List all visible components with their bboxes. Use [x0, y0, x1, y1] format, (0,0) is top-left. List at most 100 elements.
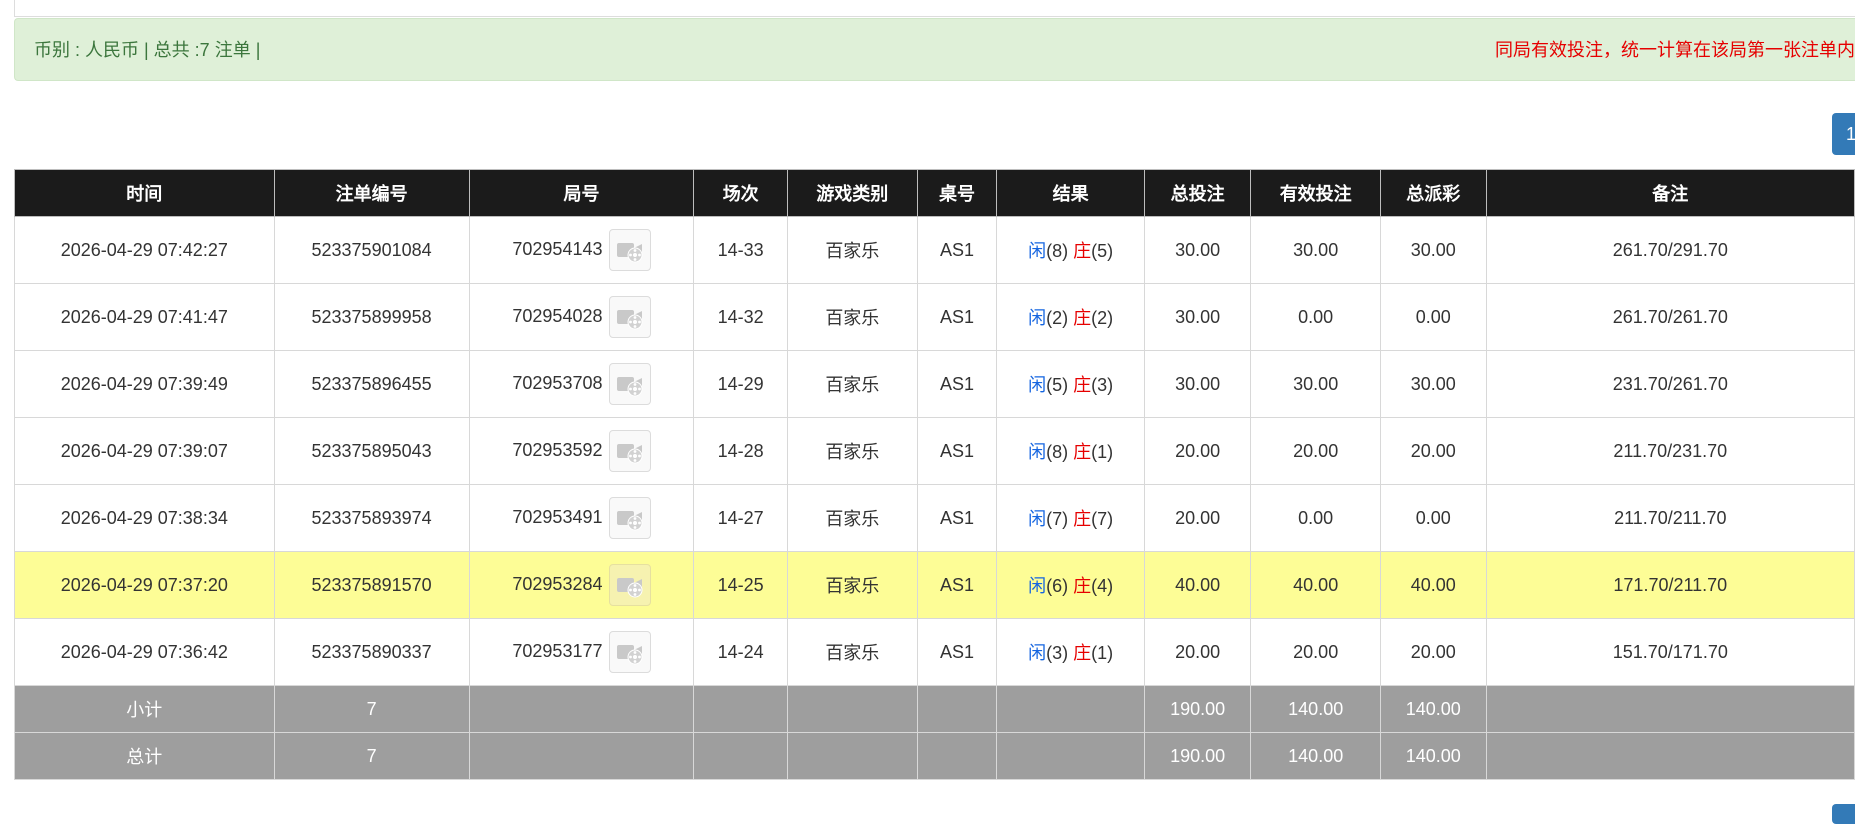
cell-game-type: 百家乐 — [787, 618, 918, 686]
cell-payout: 20.00 — [1379, 417, 1487, 485]
cell-shoe: 14-27 — [693, 484, 789, 552]
banker-score: (3) — [1091, 375, 1114, 395]
cell-game-type: 百家乐 — [787, 350, 918, 418]
total-total-bet: 190.00 — [1143, 732, 1252, 780]
cell-game-type: 百家乐 — [787, 551, 918, 619]
cell-remark: 211.70/211.70 — [1485, 484, 1855, 552]
video-replay-icon[interactable] — [608, 296, 651, 338]
player-score: (8) — [1046, 442, 1069, 462]
cell-game-type: 百家乐 — [787, 283, 918, 351]
video-replay-icon[interactable] — [608, 497, 651, 539]
cell-valid-bet: 30.00 — [1250, 350, 1381, 418]
banker-label: 庄 — [1073, 308, 1092, 328]
cell-game-type: 百家乐 — [787, 484, 918, 552]
banker-score: (5) — [1091, 241, 1114, 261]
player-score: (7) — [1046, 509, 1069, 529]
cell-payout: 30.00 — [1379, 216, 1487, 284]
cell-shoe: 14-24 — [693, 618, 789, 686]
subtotal-label: 小计 — [14, 685, 275, 733]
total-count: 7 — [273, 732, 470, 780]
bet-records-table: 时间 注单编号 局号 场次 游戏类别 桌号 结果 总投注 有效投注 总派彩 备注… — [14, 169, 1855, 780]
round-id-text: 702953491 — [512, 506, 603, 527]
cell-bet-id: 523375901084 — [273, 216, 470, 284]
col-header-payout: 总派彩 — [1379, 169, 1487, 217]
subtotal-empty — [996, 685, 1145, 733]
player-score: (5) — [1046, 375, 1069, 395]
banker-label: 庄 — [1073, 375, 1092, 395]
cell-valid-bet: 40.00 — [1250, 551, 1381, 619]
player-label: 闲 — [1028, 643, 1047, 663]
subtotal-empty — [468, 685, 695, 733]
col-header-valid-bet: 有效投注 — [1250, 169, 1381, 217]
cell-valid-bet: 0.00 — [1250, 283, 1381, 351]
cell-bet-id: 523375891570 — [273, 551, 470, 619]
cell-total-bet: 30.00 — [1143, 350, 1252, 418]
video-replay-icon[interactable] — [608, 229, 651, 271]
cell-round-id: 702953491 — [468, 484, 695, 552]
col-header-time: 时间 — [14, 169, 275, 217]
cell-game-type: 百家乐 — [787, 216, 918, 284]
cell-result: 闲(5) 庄(3) — [996, 350, 1145, 418]
round-id-text: 702953708 — [512, 372, 603, 393]
round-id-text: 702953592 — [512, 439, 603, 460]
subtotal-count: 7 — [273, 685, 470, 733]
total-empty — [787, 732, 918, 780]
total-empty — [1485, 732, 1855, 780]
cell-time: 2026-04-29 07:36:42 — [14, 618, 275, 686]
summary-bar: 币别 : 人民币 | 总共 :7 注单 | 同局有效投注，统一计算在该局第一张注… — [14, 18, 1855, 81]
bottom-pagination-button[interactable] — [1832, 804, 1855, 824]
total-empty — [916, 732, 998, 780]
table-row: 2026-04-29 07:39:49 523375896455 702953708… — [14, 350, 1855, 418]
subtotal-row: 小计 7 190.00 140.00 140.00 — [14, 685, 1855, 733]
player-label: 闲 — [1028, 241, 1047, 261]
cell-remark: 171.70/211.70 — [1485, 551, 1855, 619]
cell-valid-bet: 20.00 — [1250, 417, 1381, 485]
video-replay-icon[interactable] — [608, 631, 651, 673]
cell-result: 闲(8) 庄(1) — [996, 417, 1145, 485]
round-id-text: 702953284 — [512, 573, 603, 594]
video-replay-icon[interactable] — [608, 564, 651, 606]
notice-text: 同局有效投注，统一计算在该局第一张注单内 — [1495, 40, 1855, 60]
cell-payout: 20.00 — [1379, 618, 1487, 686]
cell-table: AS1 — [916, 283, 998, 351]
cell-shoe: 14-25 — [693, 551, 789, 619]
total-row: 总计 7 190.00 140.00 140.00 — [14, 732, 1855, 780]
player-label: 闲 — [1028, 576, 1047, 596]
cell-remark: 231.70/261.70 — [1485, 350, 1855, 418]
subtotal-total-bet: 190.00 — [1143, 685, 1252, 733]
cell-valid-bet: 30.00 — [1250, 216, 1381, 284]
total-empty — [996, 732, 1145, 780]
cell-time: 2026-04-29 07:39:07 — [14, 417, 275, 485]
cell-payout: 0.00 — [1379, 484, 1487, 552]
col-header-round-id: 局号 — [468, 169, 695, 217]
cell-payout: 30.00 — [1379, 350, 1487, 418]
video-replay-icon[interactable] — [608, 363, 651, 405]
table-row: 2026-04-29 07:39:07 523375895043 702953592… — [14, 417, 1855, 485]
cell-game-type: 百家乐 — [787, 417, 918, 485]
cell-result: 闲(8) 庄(5) — [996, 216, 1145, 284]
cell-result: 闲(2) 庄(2) — [996, 283, 1145, 351]
subtotal-empty — [787, 685, 918, 733]
pagination-page-button[interactable]: 1 — [1832, 113, 1855, 155]
player-score: (8) — [1046, 241, 1069, 261]
cell-table: AS1 — [916, 618, 998, 686]
cell-bet-id: 523375896455 — [273, 350, 470, 418]
cell-round-id: 702953592 — [468, 417, 695, 485]
cell-table: AS1 — [916, 417, 998, 485]
col-header-bet-id: 注单编号 — [273, 169, 470, 217]
cell-bet-id: 523375890337 — [273, 618, 470, 686]
video-replay-icon[interactable] — [608, 430, 651, 472]
col-header-remark: 备注 — [1485, 169, 1855, 217]
banker-label: 庄 — [1073, 442, 1092, 462]
player-label: 闲 — [1028, 375, 1047, 395]
cell-total-bet: 40.00 — [1143, 551, 1252, 619]
cell-time: 2026-04-29 07:41:47 — [14, 283, 275, 351]
banker-score: (1) — [1091, 643, 1114, 663]
cell-remark: 261.70/291.70 — [1485, 216, 1855, 284]
cell-table: AS1 — [916, 484, 998, 552]
cell-total-bet: 20.00 — [1143, 484, 1252, 552]
banker-label: 庄 — [1073, 643, 1092, 663]
cell-table: AS1 — [916, 350, 998, 418]
total-empty — [468, 732, 695, 780]
cell-total-bet: 30.00 — [1143, 216, 1252, 284]
